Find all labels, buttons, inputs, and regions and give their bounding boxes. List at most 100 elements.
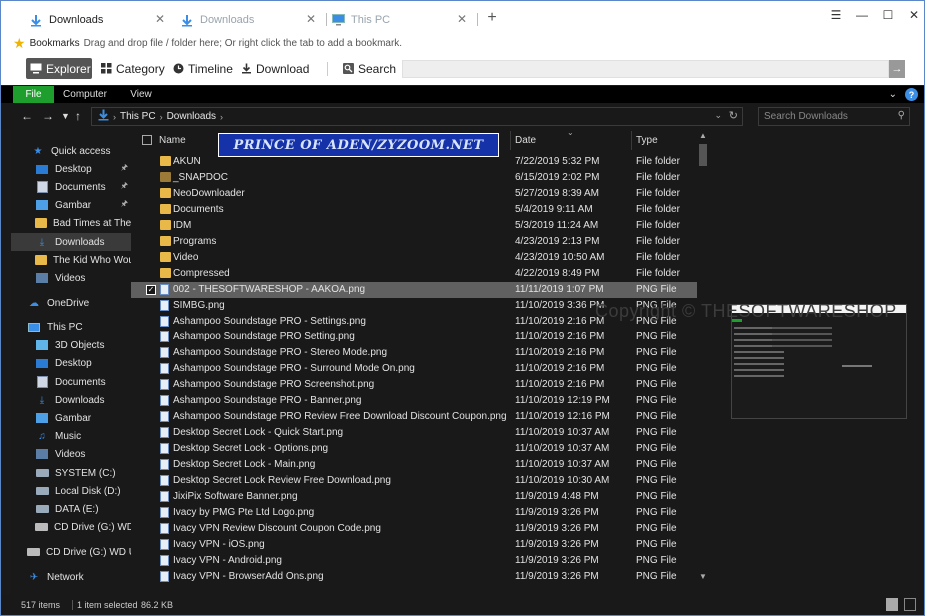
nav-videos-pc[interactable]: Videos	[11, 445, 131, 463]
column-date[interactable]: Date	[515, 135, 536, 146]
nav-music[interactable]: ♫ Music	[11, 427, 131, 445]
breadcrumb-downloads[interactable]: Downloads	[167, 111, 216, 122]
vertical-scrollbar[interactable]: ▲ ▼	[697, 129, 709, 583]
nav-the-kid[interactable]: The Kid Who Would	[11, 251, 131, 269]
nav-gambar-pinned[interactable]: Gambar 🖈	[11, 196, 131, 214]
explorer-button[interactable]: Explorer	[26, 58, 92, 79]
nav-videos-quick[interactable]: Videos	[11, 269, 131, 287]
file-row[interactable]: Ivacy by PMG Pte Ltd Logo.png 11/9/2019 3…	[131, 505, 697, 521]
close-tab-icon[interactable]: ✕	[155, 12, 165, 26]
ribbon-tab-computer[interactable]: Computer	[57, 86, 113, 103]
nav-bad-times[interactable]: Bad Times at The El	[11, 214, 131, 232]
search-button[interactable]: Search	[339, 58, 400, 79]
file-row[interactable]: Ashampoo Soundstage PRO Screenshot.png 11…	[131, 377, 697, 393]
breadcrumb-separator-icon[interactable]: ›	[113, 112, 116, 122]
file-row[interactable]: Documents 5/4/2019 9:11 AM File folder	[131, 202, 697, 218]
minimize-button[interactable]: —	[856, 8, 868, 22]
column-divider[interactable]	[631, 131, 632, 150]
file-row[interactable]: Programs 4/23/2019 2:13 PM File folder	[131, 234, 697, 250]
file-row[interactable]: Video 4/23/2019 10:50 AM File folder	[131, 250, 697, 266]
scroll-up-icon[interactable]: ▲	[699, 131, 707, 140]
new-tab-button[interactable]: +	[484, 9, 500, 27]
file-row[interactable]: Ashampoo Soundstage PRO - Stereo Mode.pn…	[131, 345, 697, 361]
tab-downloads-2[interactable]: Downloads ✕	[180, 7, 327, 33]
file-row[interactable]: Ivacy VPN - Android.png 11/9/2019 3:26 PM…	[131, 553, 697, 569]
go-button[interactable]: →	[889, 60, 905, 78]
file-row[interactable]: Ashampoo Soundstage PRO - Settings.png 11…	[131, 314, 697, 330]
breadcrumb-this-pc[interactable]: This PC	[120, 111, 156, 122]
nav-downloads-pc[interactable]: ⤓ Downloads	[11, 391, 131, 409]
nav-desktop-pinned[interactable]: Desktop 🖈	[11, 160, 131, 178]
file-row[interactable]: JixiPix Software Banner.png 11/9/2019 4:4…	[131, 489, 697, 505]
close-tab-icon[interactable]: ✕	[306, 12, 316, 26]
refresh-icon[interactable]: ↻	[729, 109, 738, 122]
file-row[interactable]: _SNAPDOC 6/15/2019 2:02 PM File folder	[131, 170, 697, 186]
nav-quick-access[interactable]: ★ Quick access	[11, 142, 131, 160]
nav-this-pc[interactable]: This PC	[11, 318, 131, 336]
nav-documents-pc[interactable]: Documents	[11, 373, 131, 391]
file-row[interactable]: ✓ 002 - THESOFTWARESHOP - AAKOA.png 11/11/…	[131, 281, 697, 298]
column-name[interactable]: Name	[159, 135, 186, 146]
large-icons-view-icon[interactable]	[904, 598, 916, 611]
file-row[interactable]: Ashampoo Soundstage PRO - Surround Mode …	[131, 361, 697, 377]
nav-downloads-quick[interactable]: ⤓ Downloads	[11, 233, 131, 251]
nav-drive-d[interactable]: Local Disk (D:)	[11, 482, 131, 500]
close-window-button[interactable]: ✕	[908, 8, 920, 22]
nav-network[interactable]: ✈ Network	[11, 568, 131, 586]
file-row[interactable]: SIMBG.png 11/10/2019 3:36 PM PNG File	[131, 298, 697, 314]
nav-gambar-pc[interactable]: Gambar	[11, 409, 131, 427]
nav-cd-drive-g-pc[interactable]: CD Drive (G:) WD Un	[11, 518, 131, 536]
nav-drive-c[interactable]: SYSTEM (C:)	[11, 464, 131, 482]
scroll-down-icon[interactable]: ▼	[699, 572, 707, 581]
file-row[interactable]: IDM 5/3/2019 11:24 AM File folder	[131, 218, 697, 234]
scrollbar-thumb[interactable]	[699, 144, 707, 166]
toolbar-search-input[interactable]	[402, 60, 889, 78]
row-checkbox[interactable]: ✓	[146, 284, 156, 295]
file-row[interactable]: Desktop Secret Lock Review Free Download…	[131, 473, 697, 489]
file-row[interactable]: Compressed 4/22/2019 8:49 PM File folder	[131, 266, 697, 282]
breadcrumb-separator-icon[interactable]: ›	[160, 112, 163, 122]
column-divider[interactable]	[510, 131, 511, 150]
close-tab-icon[interactable]: ✕	[457, 12, 467, 26]
search-downloads-input[interactable]: Search Downloads ⚲	[758, 107, 910, 126]
breadcrumb-separator-icon[interactable]: ›	[220, 112, 223, 122]
help-icon[interactable]: ?	[905, 88, 918, 101]
file-row[interactable]: Ashampoo Soundstage PRO Review Free Down…	[131, 409, 697, 425]
file-type: PNG File	[636, 347, 677, 359]
file-row[interactable]: Desktop Secret Lock - Quick Start.png 11/…	[131, 425, 697, 441]
file-row[interactable]: NeoDownloader 5/27/2019 8:39 AM File folde…	[131, 186, 697, 202]
select-all-checkbox[interactable]	[142, 135, 152, 145]
up-arrow-icon[interactable]: ↑	[75, 109, 81, 123]
ribbon-tab-view[interactable]: View	[123, 86, 159, 103]
menu-icon[interactable]: ☰	[830, 8, 842, 22]
nav-cd-drive-g[interactable]: CD Drive (G:) WD Unl	[11, 543, 131, 561]
maximize-button[interactable]: ☐	[882, 8, 894, 22]
address-bar[interactable]: › This PC › Downloads › ⌄ ↻	[91, 107, 743, 126]
chevron-down-icon[interactable]: ⌄	[889, 89, 897, 100]
file-row[interactable]: Ivacy VPN Review Discount Coupon Code.pn…	[131, 521, 697, 537]
file-row[interactable]: Ivacy VPN - iOS.png 11/9/2019 3:26 PM PNG …	[131, 537, 697, 553]
file-row[interactable]: Ashampoo Soundstage PRO Setting.png 11/10…	[131, 329, 697, 345]
file-row[interactable]: Ashampoo Soundstage PRO - Banner.png 11/1…	[131, 393, 697, 409]
tab-downloads-1[interactable]: Downloads ✕	[29, 7, 171, 33]
timeline-button[interactable]: Timeline	[169, 58, 237, 79]
file-row[interactable]: Desktop Secret Lock - Options.png 11/10/2…	[131, 441, 697, 457]
ribbon-tab-file[interactable]: File	[13, 86, 54, 103]
bookmarks-bar[interactable]: ★ Bookmarks Drag and drop file / folder …	[1, 33, 924, 53]
forward-arrow-icon[interactable]: →	[42, 109, 54, 123]
nav-drive-e[interactable]: DATA (E:)	[11, 500, 131, 518]
nav-3d-objects[interactable]: 3D Objects	[11, 336, 131, 354]
back-arrow-icon[interactable]: ←	[21, 109, 33, 123]
chevron-down-icon[interactable]: ⌄	[714, 110, 722, 121]
recent-locations-icon[interactable]: ▼	[61, 111, 70, 121]
nav-onedrive[interactable]: ☁ OneDrive	[11, 294, 131, 312]
column-type[interactable]: Type	[636, 135, 658, 146]
nav-documents-pinned[interactable]: Documents 🖈	[11, 178, 131, 196]
details-view-icon[interactable]	[886, 598, 898, 611]
category-button[interactable]: Category	[97, 58, 169, 79]
tab-this-pc[interactable]: This PC ✕	[331, 7, 478, 33]
file-row[interactable]: Desktop Secret Lock - Main.png 11/10/2019…	[131, 457, 697, 473]
file-row[interactable]: Ivacy VPN - BrowserAdd Ons.png 11/9/2019 …	[131, 569, 697, 585]
nav-desktop-pc[interactable]: Desktop	[11, 354, 131, 372]
download-button[interactable]: Download	[237, 58, 313, 79]
